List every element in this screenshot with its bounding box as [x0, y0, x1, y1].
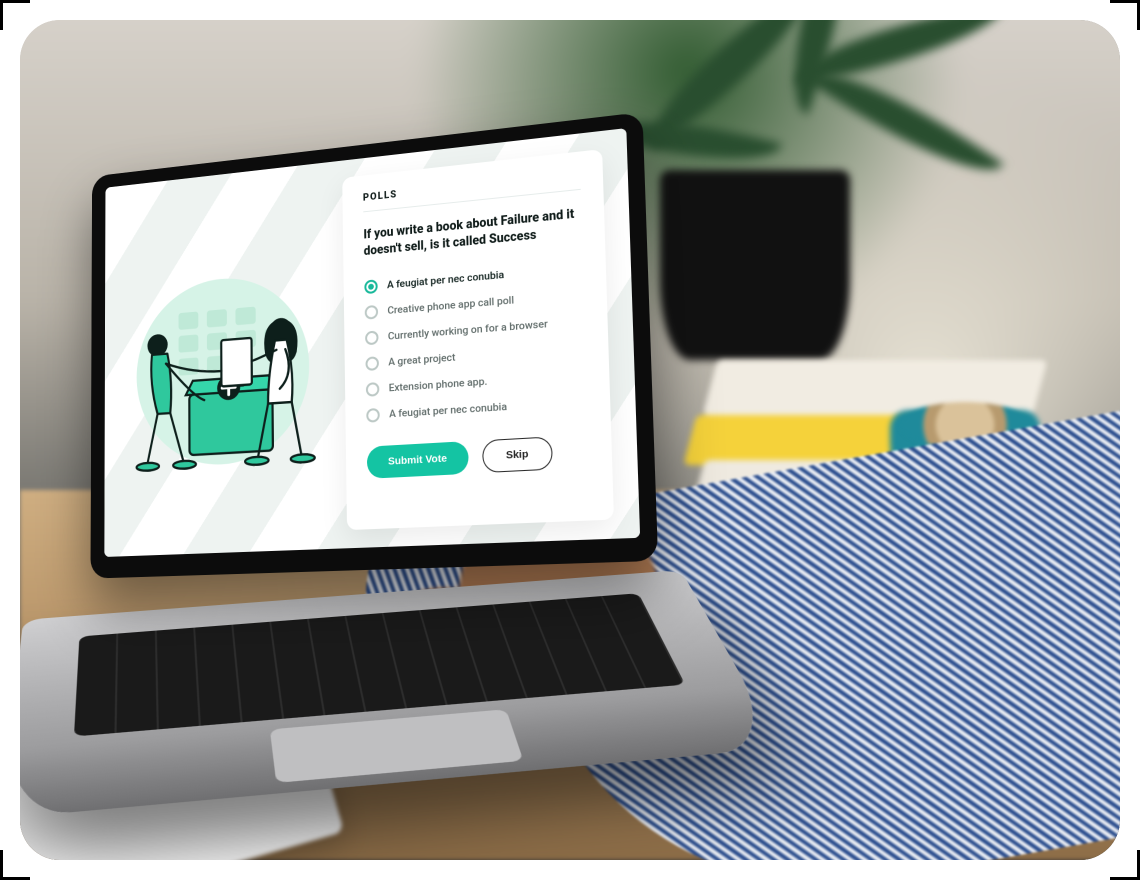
radio-icon	[366, 408, 380, 423]
submit-vote-button[interactable]: Submit Vote	[367, 441, 470, 479]
poll-app: POLLS If you write a book about Failure …	[104, 128, 640, 557]
radio-icon	[364, 279, 377, 294]
poll-option-label: Creative phone app call poll	[387, 294, 514, 318]
laptop-trackpad	[270, 709, 524, 783]
poll-card: POLLS If you write a book about Failure …	[342, 149, 614, 530]
skip-button[interactable]: Skip	[482, 436, 552, 473]
laptop-base	[20, 570, 782, 819]
laptop-keyboard	[74, 593, 685, 736]
poll-option-label: A feugiat per nec conubia	[389, 400, 507, 421]
laptop-lid: POLLS If you write a book about Failure …	[90, 112, 658, 579]
laptop-screen: POLLS If you write a book about Failure …	[104, 128, 640, 557]
radio-icon	[366, 382, 380, 397]
laptop: POLLS If you write a book about Failure …	[60, 140, 720, 790]
section-label: POLLS	[363, 170, 581, 213]
poll-question: If you write a book about Failure and it…	[363, 206, 582, 261]
poll-option-label: A great project	[388, 351, 455, 369]
poll-option-label: A feugiat per nec conubia	[387, 268, 504, 291]
radio-icon	[365, 330, 379, 345]
poll-actions: Submit Vote Skip	[367, 434, 590, 479]
photo-mockup: POLLS If you write a book about Failure …	[20, 20, 1120, 860]
poll-option-label: Extension phone app.	[389, 375, 488, 395]
voting-illustration	[104, 161, 347, 557]
radio-icon	[365, 356, 379, 371]
radio-icon	[365, 305, 378, 320]
poll-options: A feugiat per nec conubia Creative phone …	[364, 254, 588, 428]
